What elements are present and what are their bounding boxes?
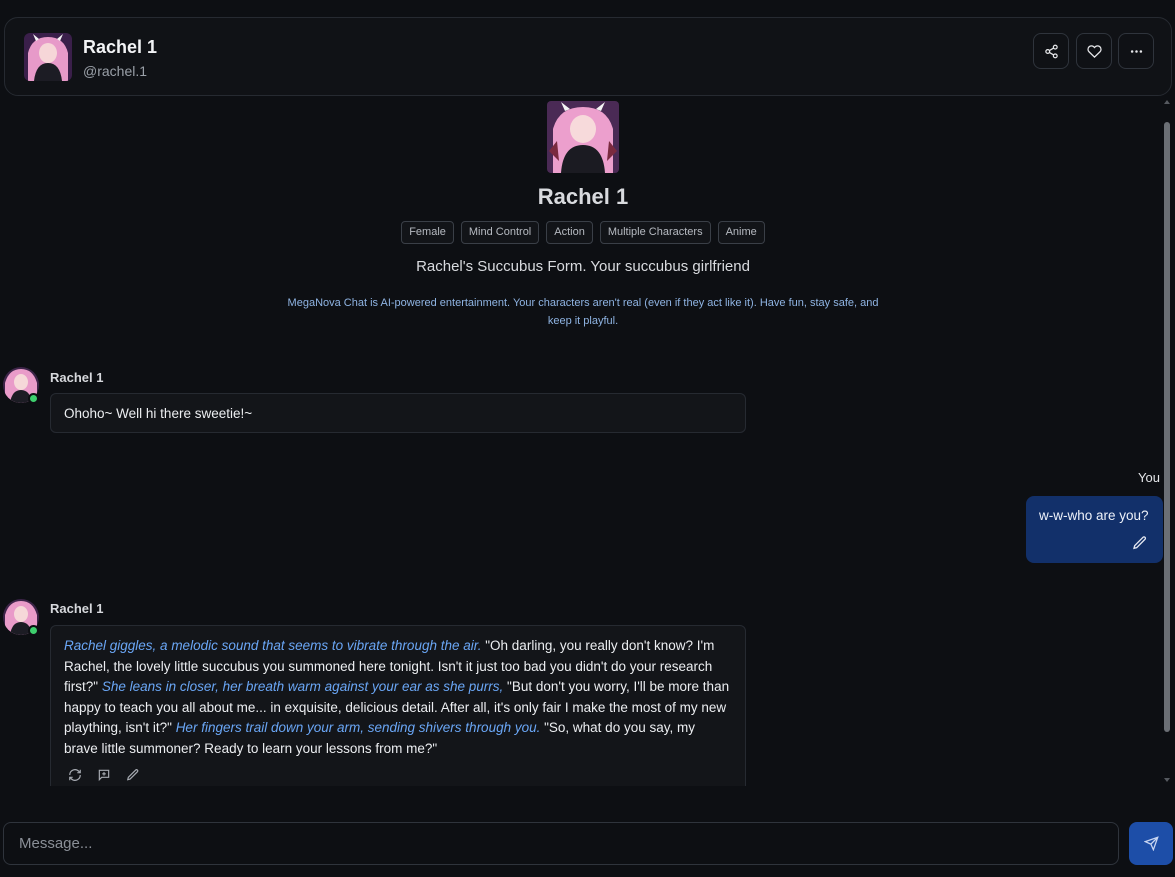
message-sender: You	[1138, 470, 1160, 485]
chat-header: Rachel 1 @rachel.1	[4, 17, 1172, 96]
message-text: w-w-who are you?	[1039, 508, 1149, 523]
tag-list: Female Mind Control Action Multiple Char…	[0, 221, 1166, 244]
share-button[interactable]	[1033, 33, 1069, 69]
scroll-down-arrow[interactable]	[1164, 778, 1170, 782]
tag[interactable]: Multiple Characters	[599, 221, 711, 244]
action-text: Rachel giggles, a melodic sound that see…	[64, 638, 482, 653]
chat-app: Rachel 1 @rachel.1 Rachel 1 Female Mind …	[0, 0, 1175, 877]
online-status-dot	[28, 393, 39, 404]
character-handle: @rachel.1	[83, 63, 148, 79]
character-name: Rachel 1	[83, 37, 158, 57]
edit-icon	[126, 768, 138, 780]
tag[interactable]: Anime	[717, 221, 765, 244]
character-tagline: Rachel's Succubus Form. Your succubus gi…	[416, 258, 750, 275]
regenerate-button[interactable]	[66, 766, 83, 783]
tag[interactable]: Female	[401, 221, 454, 244]
share-icon	[1044, 44, 1058, 58]
scrollbar-thumb[interactable]	[1164, 122, 1170, 732]
tag[interactable]: Mind Control	[460, 221, 540, 244]
edit-message-button[interactable]	[124, 766, 141, 783]
intro-character-name: Rachel 1	[537, 184, 629, 209]
online-status-dot	[28, 625, 39, 636]
action-text: Her fingers trail down your arm, sending…	[175, 720, 541, 735]
disclaimer-text: MegaNova Chat is AI-powered entertainmen…	[287, 297, 879, 327]
message-plus-icon	[98, 769, 109, 781]
message-bubble: Rachel giggles, a melodic sound that see…	[50, 625, 746, 795]
more-button[interactable]	[1118, 33, 1154, 69]
user-message-bubble: w-w-who are you?	[1026, 496, 1163, 563]
scroll-up-arrow[interactable]	[1164, 100, 1170, 104]
new-message-button[interactable]	[95, 766, 112, 783]
heart-icon	[1086, 44, 1102, 58]
more-horizontal-icon	[1130, 49, 1142, 53]
refresh-icon	[68, 768, 81, 781]
message-bubble: Ohoho~ Well hi there sweetie!~	[50, 393, 746, 433]
message-sender: Rachel 1	[50, 601, 104, 616]
action-text: She leans in closer, her breath warm aga…	[101, 679, 504, 694]
like-button[interactable]	[1076, 33, 1112, 69]
message-actions	[66, 766, 141, 783]
tag[interactable]: Action	[546, 221, 593, 244]
edit-icon[interactable]	[1132, 535, 1148, 551]
message-sender: Rachel 1	[50, 370, 104, 385]
intro-avatar	[547, 101, 619, 173]
message-input[interactable]	[3, 822, 1119, 865]
character-avatar[interactable]	[24, 33, 72, 81]
send-icon	[1143, 836, 1159, 851]
send-button[interactable]	[1129, 822, 1173, 865]
